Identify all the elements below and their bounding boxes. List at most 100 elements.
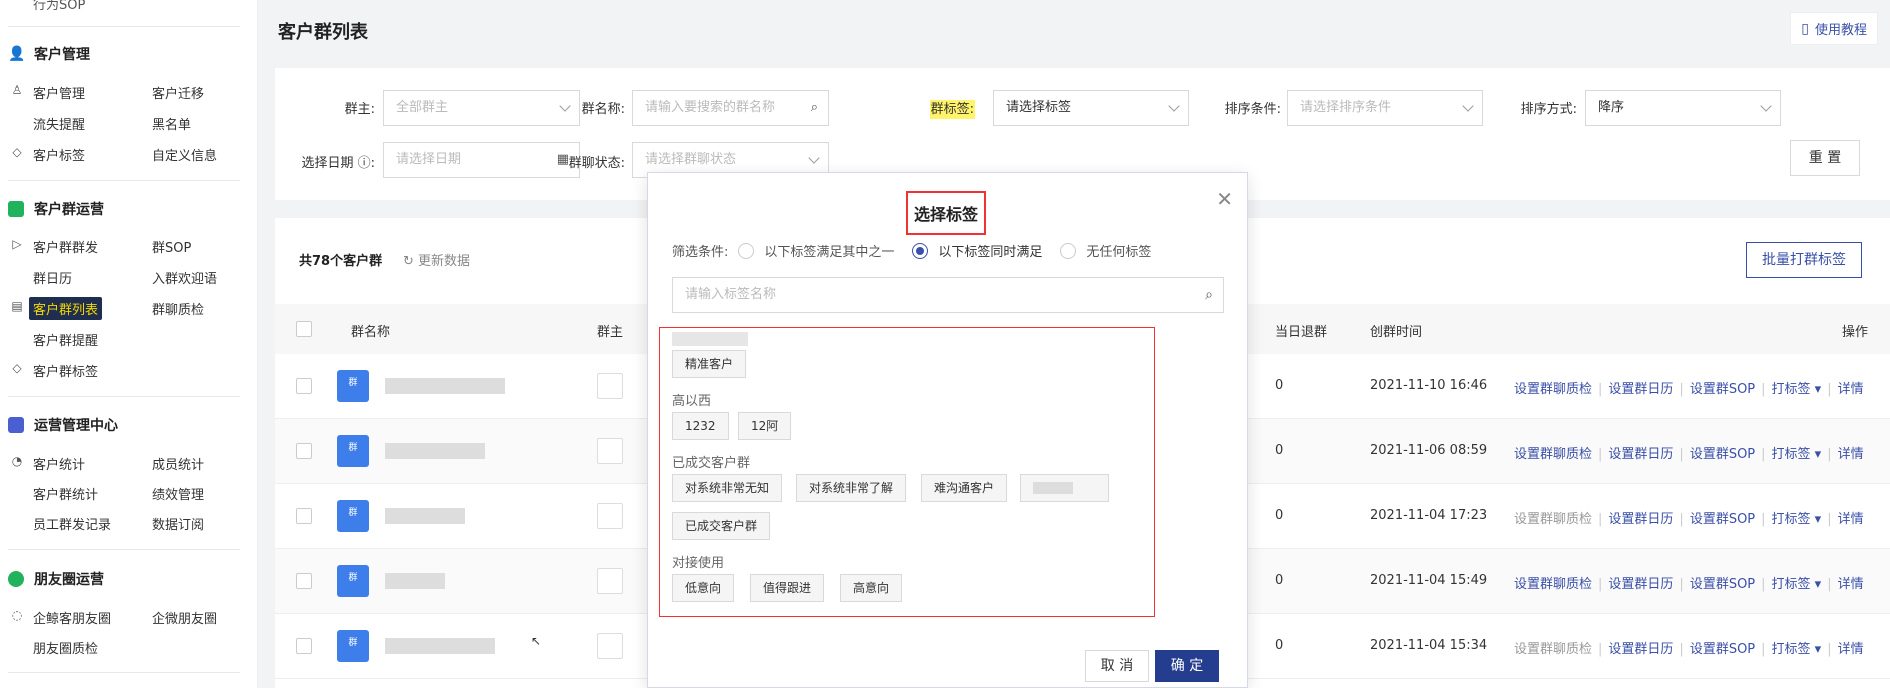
section-group-ops[interactable]: 客户群运营	[8, 199, 104, 219]
select-all-checkbox[interactable]	[296, 321, 312, 337]
detail-link[interactable]: 详情	[1838, 512, 1864, 527]
set-calendar-link[interactable]: 设置群日历	[1608, 382, 1673, 397]
tag-dropdown-link[interactable]: 打标签 ▾	[1772, 447, 1822, 462]
sidebar-item-customer[interactable]: 客户管理	[33, 83, 85, 102]
set-sop-link[interactable]: 设置群SOP	[1690, 447, 1755, 462]
row-checkbox[interactable]	[296, 443, 312, 459]
set-qc-link[interactable]: 设置群聊质检	[1514, 447, 1592, 462]
sidebar-item-group-remind[interactable]: 客户群提醒	[33, 330, 98, 349]
detail-link[interactable]: 详情	[1838, 577, 1864, 592]
sidebar-item-customer-tags[interactable]: 客户标签	[33, 145, 85, 164]
status-label: 群聊状态:	[568, 156, 625, 171]
sidebar-item-group-broadcast[interactable]: 客户群群发	[33, 237, 98, 256]
set-qc-link[interactable]: 设置群聊质检	[1514, 512, 1592, 527]
sidebar-item-group-stats[interactable]: 客户群统计	[33, 484, 98, 503]
section-ops-center[interactable]: 运营管理中心	[8, 415, 118, 435]
row-checkbox[interactable]	[296, 508, 312, 524]
sidebar-item-performance[interactable]: 绩效管理	[152, 484, 204, 503]
set-sop-link[interactable]: 设置群SOP	[1690, 382, 1755, 397]
set-qc-link[interactable]: 设置群聊质检	[1514, 382, 1592, 397]
tag-chip[interactable]: 对系统非常无知	[672, 474, 783, 502]
sidebar-item-custom-info[interactable]: 自定义信息	[152, 145, 217, 164]
tag-chip[interactable]: 难沟通客户	[921, 474, 1008, 502]
radio-none[interactable]	[1060, 242, 1077, 259]
group-name-search[interactable]: 请输入要搜索的群名称 ⌕	[632, 90, 829, 126]
detail-link[interactable]: 详情	[1838, 447, 1864, 462]
tag-search-input[interactable]: 请输入标签名称 ⌕	[672, 277, 1224, 313]
divider	[8, 180, 240, 181]
sidebar-item-moments-qc[interactable]: 朋友圈质检	[33, 638, 98, 657]
tag-chip[interactable]: 高意向	[840, 574, 903, 602]
set-qc-link[interactable]: 设置群聊质检	[1514, 577, 1592, 592]
sidebar-item-data-subscription[interactable]: 数据订阅	[152, 514, 204, 533]
tag-chip[interactable]: 1232	[672, 412, 729, 440]
set-calendar-link[interactable]: 设置群日历	[1608, 447, 1673, 462]
sidebar-item-group-calendar[interactable]: 群日历	[33, 268, 72, 287]
sidebar-item-member-stats[interactable]: 成员统计	[152, 454, 204, 473]
sort-select[interactable]: 请选择排序条件	[1287, 90, 1483, 126]
set-calendar-link[interactable]: 设置群日历	[1608, 577, 1673, 592]
quit-count: 0	[1275, 443, 1284, 458]
close-icon[interactable]: ✕	[1216, 187, 1233, 211]
owner-select[interactable]: 全部群主	[383, 90, 580, 126]
date-label: 选择日期 ⓘ:	[301, 156, 375, 171]
section-customer-management[interactable]: 👤 客户管理	[8, 44, 90, 64]
set-sop-link[interactable]: 设置群SOP	[1690, 577, 1755, 592]
sidebar-item-group-tags[interactable]: 客户群标签	[33, 361, 98, 380]
confirm-button[interactable]: 确 定	[1155, 650, 1219, 682]
sidebar-item-customer-stats[interactable]: 客户统计	[33, 454, 85, 473]
tag-chip[interactable]: 值得跟进	[750, 574, 825, 602]
name-label: 群名称:	[581, 102, 625, 117]
set-sop-link[interactable]: 设置群SOP	[1690, 642, 1755, 657]
send-icon: ▷	[12, 237, 22, 251]
tag-chip[interactable]: 已成交客户群	[672, 512, 771, 540]
tag-group-title: 已成交客户群	[672, 456, 751, 471]
owner-label: 群主:	[344, 102, 375, 117]
row-checkbox[interactable]	[296, 573, 312, 589]
tag-dropdown-link[interactable]: 打标签 ▾	[1772, 577, 1822, 592]
detail-link[interactable]: 详情	[1838, 382, 1864, 397]
tag-select[interactable]: 请选择标签	[993, 90, 1189, 126]
sidebar-item-group-sop[interactable]: 群SOP	[152, 237, 191, 256]
sidebar-item-migrate[interactable]: 客户迁移	[152, 83, 204, 102]
sidebar-item-churn[interactable]: 流失提醒	[33, 114, 85, 133]
sidebar-item-group-qc[interactable]: 群聊质检	[152, 299, 204, 318]
sidebar-item-blacklist[interactable]: 黑名单	[152, 114, 191, 133]
help-link[interactable]: ▯ 使用教程	[1790, 12, 1878, 45]
tag-chip[interactable]: 对系统非常了解	[796, 474, 907, 502]
row-checkbox[interactable]	[296, 638, 312, 654]
col-owner: 群主	[597, 325, 624, 340]
set-calendar-link[interactable]: 设置群日历	[1608, 512, 1673, 527]
tag-label: 群标签:	[929, 100, 975, 119]
section-moments-ops[interactable]: 朋友圈运营	[8, 569, 104, 589]
tag-dropdown-link[interactable]: 打标签 ▾	[1772, 512, 1822, 527]
set-calendar-link[interactable]: 设置群日历	[1608, 642, 1673, 657]
tag-chip[interactable]: 低意向	[672, 574, 735, 602]
tag-chip[interactable]: 12阿	[738, 412, 792, 440]
reset-button[interactable]: 重 置	[1790, 140, 1860, 176]
sidebar-item-qjk-moments[interactable]: 企鲸客朋友圈	[33, 608, 111, 627]
sidebar-item-cut[interactable]: 行为SOP	[33, 0, 85, 13]
sidebar-item-broadcast-records[interactable]: 员工群发记录	[33, 514, 111, 533]
cancel-button[interactable]: 取 消	[1085, 650, 1149, 682]
sidebar-item-welcome[interactable]: 入群欢迎语	[152, 268, 217, 287]
radio-any[interactable]	[738, 242, 755, 259]
tag-chip-blurred[interactable]	[1020, 474, 1109, 502]
order-select[interactable]: 降序	[1585, 90, 1781, 126]
sidebar-item-group-list[interactable]: 客户群列表	[29, 297, 103, 320]
tag-dropdown-link[interactable]: 打标签 ▾	[1772, 382, 1822, 397]
set-qc-link[interactable]: 设置群聊质检	[1514, 642, 1592, 657]
detail-link[interactable]: 详情	[1838, 642, 1864, 657]
modal-title: 选择标签	[906, 191, 987, 235]
refresh-button[interactable]: ↻ 更新数据	[403, 250, 470, 269]
batch-tag-button[interactable]: 批量打群标签	[1746, 242, 1862, 278]
radio-all[interactable]	[912, 242, 929, 259]
tag-chip[interactable]: 精准客户	[672, 350, 747, 378]
tag-dropdown-link[interactable]: 打标签 ▾	[1772, 642, 1822, 657]
date-picker[interactable]: 请选择日期 ▦	[383, 142, 580, 178]
sidebar-item-wecom-moments[interactable]: 企微朋友圈	[152, 608, 217, 627]
row-checkbox[interactable]	[296, 378, 312, 394]
sort-label: 排序条件:	[1224, 102, 1281, 117]
divider	[8, 26, 240, 27]
set-sop-link[interactable]: 设置群SOP	[1690, 512, 1755, 527]
